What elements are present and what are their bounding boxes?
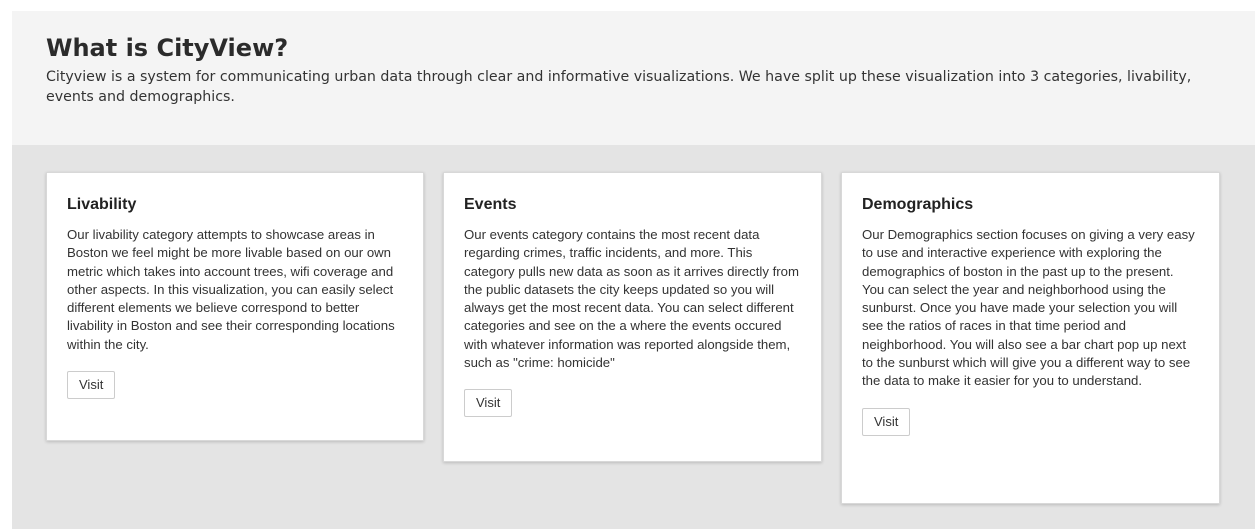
card-events: Events Our events category contains the … [443,172,822,462]
card-title-events: Events [464,196,517,213]
card-title-demographics: Demographics [862,196,974,213]
card-livability: Livability Our livability category attem… [46,172,424,441]
cards-section: Livability Our livability category attem… [12,145,1255,529]
card-body-events: Our events category contains the most re… [464,227,799,371]
page-description: Cityview is a system for communicating u… [46,69,1192,105]
visit-demographics-button[interactable]: Visit [862,407,911,436]
card-demographics: Demographics Our Demographics section fo… [841,172,1220,504]
card-body-livability: Our livability category attempts to show… [67,227,395,352]
visit-events-button[interactable]: Visit [464,389,513,418]
card-title-livability: Livability [67,196,137,213]
page-title: What is CityView? [46,34,289,62]
visit-livability-button[interactable]: Visit [67,371,116,400]
card-body-demographics: Our Demographics section focuses on givi… [862,227,1195,389]
hero-section: What is CityView? Cityview is a system f… [12,11,1255,145]
page: What is CityView? Cityview is a system f… [0,0,1255,529]
